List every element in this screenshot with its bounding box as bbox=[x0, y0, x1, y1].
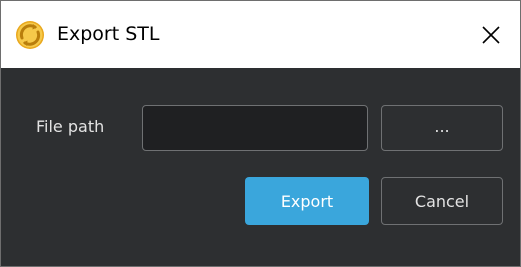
cancel-button[interactable]: Cancel bbox=[381, 177, 503, 225]
close-icon bbox=[482, 25, 500, 44]
file-path-label: File path bbox=[36, 117, 105, 136]
file-path-input[interactable] bbox=[142, 105, 368, 151]
browse-button[interactable]: ... bbox=[381, 105, 503, 151]
dialog-title: Export STL bbox=[57, 23, 160, 45]
export-button[interactable]: Export bbox=[245, 177, 369, 225]
title-bar: Export STL bbox=[1, 1, 520, 68]
close-button[interactable] bbox=[462, 1, 520, 68]
export-stl-dialog: Export STL File path ... Export Cancel bbox=[0, 0, 521, 267]
dialog-body: File path ... Export Cancel bbox=[1, 68, 520, 266]
app-logo-icon bbox=[14, 19, 46, 51]
